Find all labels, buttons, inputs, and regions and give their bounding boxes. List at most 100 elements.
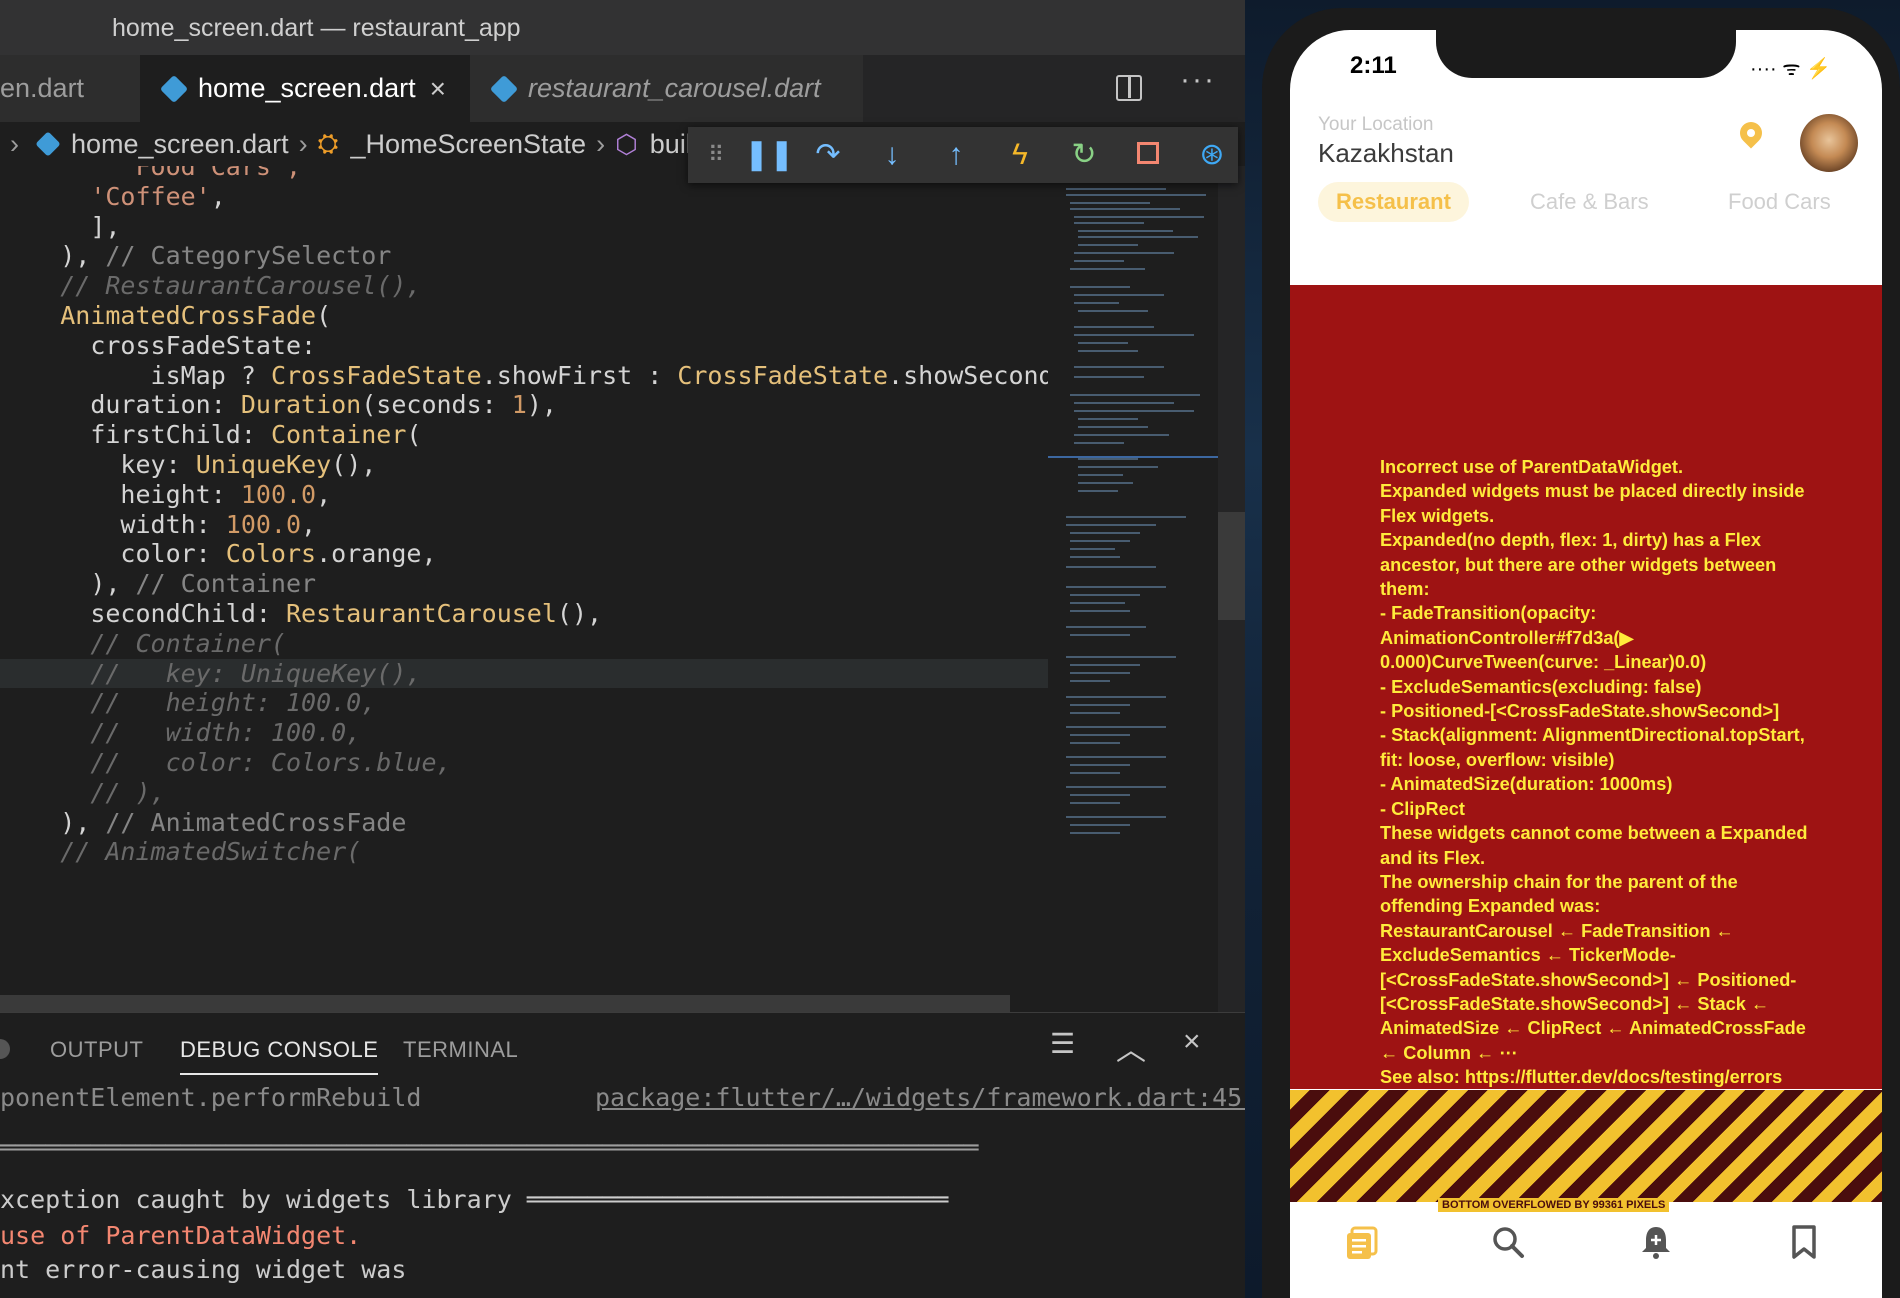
panel-scroll-indicator	[0, 1039, 10, 1059]
code-line[interactable]: // width: 100.0,	[0, 718, 1048, 748]
bottom-panel: OUTPUT DEBUG CONSOLE TERMINAL ☰ ︿ × pone…	[0, 1012, 1245, 1298]
code-token: // AnimatedCrossFade	[105, 807, 407, 837]
code-token: ),	[526, 390, 557, 420]
drag-handle-icon[interactable]: ⠿	[696, 135, 736, 175]
code-token: // ),	[90, 777, 166, 807]
code-line[interactable]: isMap ? CrossFadeState.showFirst : Cross…	[0, 361, 1048, 391]
breadcrumb-file[interactable]: home_screen.dart	[71, 129, 289, 160]
code-line[interactable]: // AnimatedSwitcher(	[0, 837, 1048, 867]
code-line[interactable]: key: UniqueKey(),	[0, 450, 1048, 480]
code-line[interactable]: secondChild: RestaurantCarousel(),	[0, 599, 1048, 629]
search-icon[interactable]	[1490, 1224, 1526, 1260]
tab-label: restaurant_carousel.dart	[528, 73, 821, 103]
code-line[interactable]: // height: 100.0,	[0, 688, 1048, 718]
location-value[interactable]: Kazakhstan	[1318, 138, 1454, 169]
debug-console-output[interactable]: ponentElement.performRebuild package:flut…	[0, 1083, 1245, 1298]
console-line: xception caught by widgets library ═════…	[0, 1185, 949, 1214]
code-token: CrossFadeState	[270, 360, 482, 390]
bell-icon[interactable]	[1638, 1224, 1674, 1260]
code-token: crossFadeState:	[90, 330, 317, 360]
hot-reload-icon[interactable]: ϟ	[1000, 135, 1040, 175]
code-token: // RestaurantCarousel(),	[60, 271, 422, 301]
tab-en-dart[interactable]: en.dart	[0, 55, 140, 122]
code-line[interactable]: // ),	[0, 778, 1048, 808]
code-token: ),	[90, 569, 136, 599]
minimap-preview	[1048, 166, 1218, 834]
minimap[interactable]	[1048, 166, 1218, 1012]
code-token: (	[316, 301, 332, 330]
tab-output[interactable]: OUTPUT	[50, 1037, 143, 1063]
tab-terminal[interactable]: TERMINAL	[403, 1037, 518, 1063]
code-line[interactable]: // RestaurantCarousel(),	[0, 271, 1048, 301]
step-into-icon[interactable]: ↓	[872, 135, 912, 175]
code-line[interactable]: firstChild: Container(	[0, 420, 1048, 450]
code-line[interactable]: width: 100.0,	[0, 510, 1048, 540]
pause-icon[interactable]: ❚❚	[744, 135, 794, 175]
scrollbar-thumb[interactable]	[1218, 512, 1245, 620]
code-token: // color: Colors.blue,	[90, 748, 452, 777]
category-food-cars[interactable]: Food Cars	[1728, 182, 1831, 222]
dart-file-icon	[159, 74, 189, 103]
code-token: // key: UniqueKey(),	[90, 658, 422, 688]
code-token: ,	[210, 181, 226, 211]
code-token: // width: 100.0,	[90, 718, 362, 748]
tab-restaurant-carousel-dart[interactable]: restaurant_carousel.dart	[470, 55, 863, 122]
code-token: CrossFadeState	[677, 360, 889, 390]
code-line[interactable]: ), // Container	[0, 569, 1048, 599]
split-editor-icon[interactable]	[1116, 75, 1142, 101]
devtools-icon[interactable]: ⊛	[1192, 135, 1232, 175]
chevron-up-icon[interactable]: ︿	[1116, 1025, 1146, 1069]
code-editor[interactable]: 'Food Cars', 'Coffee', ], ), // Category…	[0, 166, 1048, 1012]
console-link[interactable]: package:flutter/…/widgets/framework.dart…	[595, 1083, 1245, 1112]
title-bar: home_screen.dart — restaurant_app	[0, 0, 1245, 55]
tab-home-screen-dart[interactable]: home_screen.dart ×	[140, 55, 470, 122]
code-line[interactable]: duration: Duration(seconds: 1),	[0, 390, 1048, 420]
code-token: ),	[60, 807, 106, 837]
tab-debug-console[interactable]: DEBUG CONSOLE	[180, 1037, 379, 1075]
step-out-icon[interactable]: ↑	[936, 135, 976, 175]
code-line[interactable]: ],	[0, 212, 1048, 242]
code-token: ,	[316, 479, 332, 509]
filter-lines-icon[interactable]: ☰	[1050, 1027, 1075, 1060]
code-token: AnimatedCrossFade	[60, 301, 317, 330]
code-token: (),	[331, 450, 377, 479]
stop-icon[interactable]	[1128, 135, 1168, 175]
code-token: .showSecond,	[888, 360, 1048, 390]
category-restaurant[interactable]: Restaurant	[1318, 182, 1469, 222]
code-token: RestaurantCarousel	[285, 599, 557, 628]
horizontal-scrollbar[interactable]	[0, 995, 1010, 1012]
code-line[interactable]: ), // CategorySelector	[0, 241, 1048, 271]
code-line[interactable]: color: Colors.orange,	[0, 539, 1048, 569]
code-token: (seconds:	[361, 390, 512, 420]
status-time: 2:11	[1350, 52, 1397, 79]
avatar[interactable]	[1800, 114, 1858, 172]
code-token: ],	[90, 211, 121, 241]
list-icon[interactable]	[1344, 1224, 1380, 1260]
code-line[interactable]: 'Coffee',	[0, 182, 1048, 212]
close-panel-icon[interactable]: ×	[1183, 1025, 1201, 1059]
code-line[interactable]: AnimatedCrossFade(	[0, 301, 1048, 331]
code-line[interactable]: crossFadeState:	[0, 331, 1048, 361]
code-line[interactable]: // color: Colors.blue,	[0, 748, 1048, 778]
bookmark-icon[interactable]	[1786, 1224, 1822, 1260]
code-line[interactable]: ), // AnimatedCrossFade	[0, 808, 1048, 838]
more-actions-icon[interactable]: ···	[1180, 63, 1216, 97]
category-cafe-bars[interactable]: Cafe & Bars	[1530, 182, 1649, 222]
breadcrumb-class[interactable]: _HomeScreenState	[350, 129, 586, 160]
phone-screen: 2:11 ···· ᯤ ⚡ Your Location Kazakhstan R…	[1290, 30, 1882, 1298]
code-line[interactable]: // key: UniqueKey(),	[0, 658, 1048, 689]
close-tab-icon[interactable]: ×	[430, 73, 446, 105]
code-line[interactable]: // Container(	[0, 629, 1048, 659]
overflow-label: BOTTOM OVERFLOWED BY 99361 PIXELS	[1438, 1198, 1670, 1212]
step-over-icon[interactable]: ↷	[808, 135, 848, 175]
restart-icon[interactable]: ↻	[1064, 135, 1104, 175]
code-line[interactable]: height: 100.0,	[0, 480, 1048, 510]
location-pin-icon[interactable]	[1735, 117, 1767, 149]
dart-file-icon	[35, 131, 61, 157]
